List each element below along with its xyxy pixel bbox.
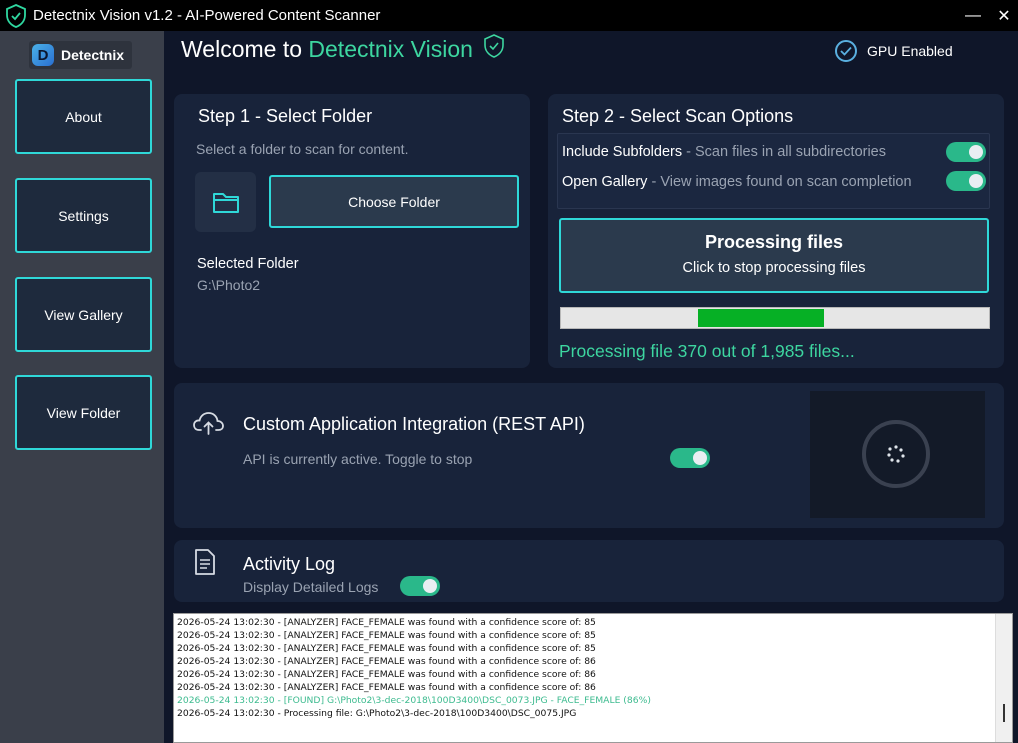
option-desc: - Scan files in all subdirectories [682, 144, 887, 160]
about-button[interactable]: About [15, 79, 152, 154]
log-line: 2026-05-24 13:02:30 - [ANALYZER] FACE_FE… [177, 643, 596, 654]
settings-button[interactable]: Settings [15, 178, 152, 253]
minimize-button[interactable]: — [958, 0, 988, 31]
open-gallery-toggle[interactable] [946, 171, 986, 191]
app-name: Detectnix Vision [308, 36, 473, 62]
api-title: Custom Application Integration (REST API… [243, 414, 585, 434]
document-icon [195, 549, 215, 575]
selected-folder-label: Selected Folder [197, 256, 299, 272]
stop-processing-button[interactable]: Processing files Click to stop processin… [559, 218, 989, 293]
log-line: 2026-05-24 13:02:30 - [ANALYZER] FACE_FE… [177, 617, 596, 628]
toggle-knob [969, 145, 983, 159]
choose-folder-button[interactable]: Choose Folder [269, 175, 519, 228]
title-bar: Detectnix Vision v1.2 - AI-Powered Conte… [0, 0, 1018, 31]
view-folder-label: View Folder [46, 404, 121, 421]
processing-title: Processing files [704, 232, 844, 252]
scan-options: Include Subfolders - Scan files in all s… [557, 133, 990, 209]
toggle-knob [423, 579, 437, 593]
view-folder-button[interactable]: View Folder [15, 375, 152, 450]
option-name: Include Subfolders [562, 144, 683, 160]
log-line: 2026-05-24 13:02:30 - [ANALYZER] FACE_FE… [177, 669, 596, 680]
window-title: Detectnix Vision v1.2 - AI-Powered Conte… [33, 7, 381, 24]
scrollbar-thumb[interactable] [1003, 704, 1005, 722]
spinner-icon [862, 420, 930, 488]
view-gallery-button[interactable]: View Gallery [15, 277, 152, 352]
progress-bar [560, 307, 990, 329]
welcome-text: Welcome to [181, 36, 309, 62]
app-logo: D Detectnix [29, 41, 132, 69]
logo-mark: D [32, 44, 54, 66]
log-line: 2026-05-24 13:02:30 - Processing file: G… [177, 708, 577, 719]
detailed-logs-label: Display Detailed Logs [243, 579, 379, 595]
progress-text: Processing file 370 out of 1,985 files..… [559, 341, 855, 361]
folder-tile [195, 172, 256, 232]
view-gallery-label: View Gallery [44, 306, 123, 323]
api-status: API is currently active. Toggle to stop [243, 451, 473, 467]
gpu-status: GPU Enabled [835, 40, 953, 62]
include-subfolders-toggle[interactable] [946, 142, 986, 162]
activity-log[interactable]: 2026-05-24 13:02:30 - [ANALYZER] FACE_FE… [173, 613, 1013, 743]
api-activity-spinner [810, 391, 985, 518]
shield-check-icon [6, 3, 26, 28]
detailed-logs-toggle[interactable] [400, 576, 440, 596]
log-line: 2026-05-24 13:02:30 - [ANALYZER] FACE_FE… [177, 682, 596, 693]
minimize-icon: — [965, 6, 981, 24]
toggle-knob [969, 174, 983, 188]
activity-title: Activity Log [243, 554, 336, 574]
step2-title: Step 2 - Select Scan Options [562, 106, 794, 126]
about-label: About [65, 108, 102, 125]
option-include-subfolders: Include Subfolders - Scan files in all s… [562, 144, 886, 160]
gpu-status-label: GPU Enabled [867, 43, 953, 59]
processing-subtitle: Click to stop processing files [682, 260, 866, 276]
check-circle-icon [835, 40, 857, 62]
selected-folder-path: G:\Photo2 [197, 277, 261, 293]
log-line: 2026-05-24 13:02:30 - [ANALYZER] FACE_FE… [177, 630, 596, 641]
log-line: 2026-05-24 13:02:30 - [ANALYZER] FACE_FE… [177, 656, 596, 667]
option-open-gallery: Open Gallery - View images found on scan… [562, 174, 912, 190]
shield-check-icon [484, 34, 505, 58]
progress-fill [698, 309, 824, 327]
log-line-found: 2026-05-24 13:02:30 - [FOUND] G:\Photo2\… [177, 695, 651, 706]
settings-label: Settings [58, 207, 109, 224]
cloud-upload-icon [193, 412, 224, 435]
step1-title: Step 1 - Select Folder [198, 106, 373, 126]
logo-text: Detectnix [61, 47, 125, 63]
choose-folder-label: Choose Folder [348, 193, 440, 210]
option-desc: - View images found on scan completion [647, 174, 912, 190]
close-button[interactable]: ✕ [989, 0, 1018, 31]
folder-icon [212, 193, 239, 213]
api-toggle[interactable] [670, 448, 710, 468]
page-title: Welcome to Detectnix Vision [181, 33, 505, 63]
toggle-knob [693, 451, 707, 465]
option-name: Open Gallery [562, 174, 648, 190]
sidebar: D Detectnix About Settings View Gallery … [0, 31, 164, 743]
step1-subtitle: Select a folder to scan for content. [196, 141, 409, 157]
close-icon: ✕ [997, 7, 1011, 25]
log-scrollbar[interactable] [995, 614, 1012, 742]
